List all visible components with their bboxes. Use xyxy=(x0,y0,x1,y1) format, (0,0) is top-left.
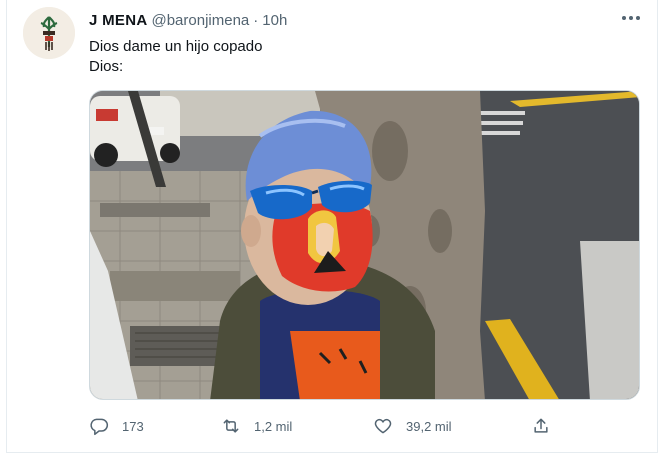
display-name[interactable]: J MENA xyxy=(89,12,147,29)
user-handle[interactable]: @baronjimena xyxy=(151,12,249,29)
tweet-actions: 173 1,2 mil 39,2 mil xyxy=(89,414,559,438)
tweet-text-line: Dios: xyxy=(89,58,124,75)
tweet-time[interactable]: 10h xyxy=(262,12,287,29)
avatar[interactable] xyxy=(23,7,75,59)
share-icon xyxy=(534,418,548,433)
tweet-header: J MENA @baronjimena · 10h xyxy=(89,10,287,30)
more-dots-icon[interactable] xyxy=(618,8,644,28)
retweet-count: 1,2 mil xyxy=(254,418,293,434)
tweet-photo[interactable] xyxy=(89,90,640,400)
share-button[interactable] xyxy=(531,414,551,438)
tweet-text: Dios dame un hijo copado Dios: xyxy=(89,37,262,77)
retweet-icon xyxy=(223,419,239,433)
like-button[interactable]: 39,2 mil xyxy=(373,414,452,438)
heart-icon xyxy=(374,418,392,434)
retweet-button[interactable]: 1,2 mil xyxy=(221,414,292,438)
reply-icon xyxy=(90,418,109,436)
reply-count: 173 xyxy=(122,418,144,434)
like-count: 39,2 mil xyxy=(406,418,452,434)
separator-dot: · xyxy=(253,11,259,29)
reply-button[interactable]: 173 xyxy=(89,414,144,438)
tweet-text-line: Dios dame un hijo copado xyxy=(89,38,263,55)
